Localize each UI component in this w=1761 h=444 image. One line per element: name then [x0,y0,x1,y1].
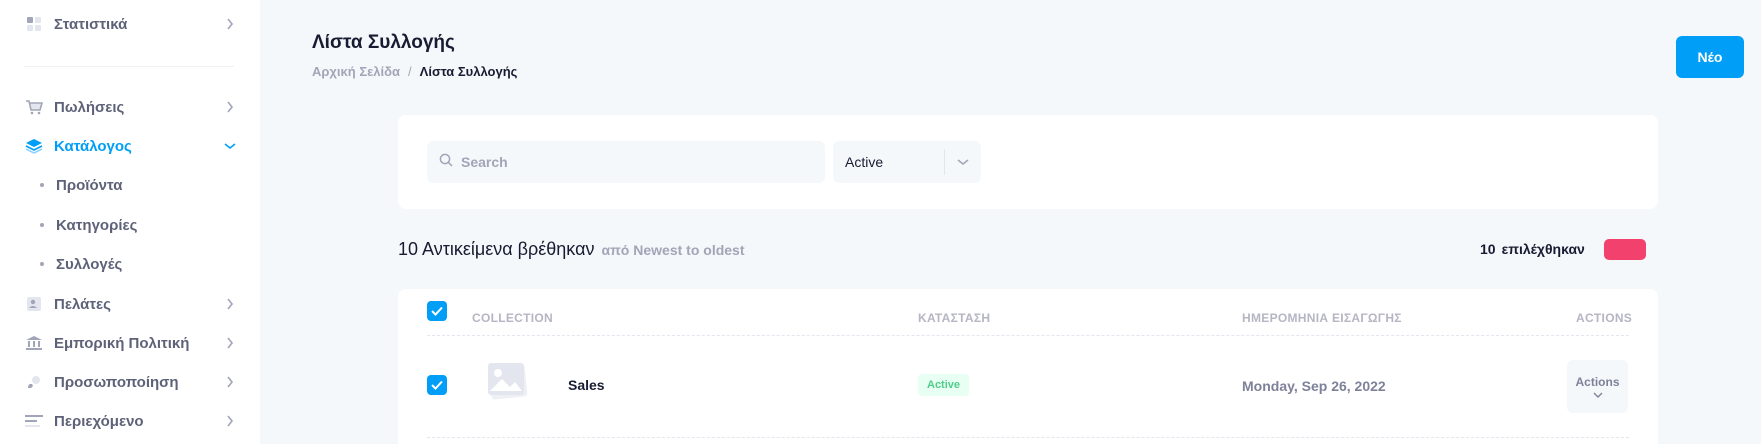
sidebar-item-sales[interactable]: Πωλήσεις [24,92,236,122]
text-lines-icon [24,411,44,431]
filter-card: Active [398,115,1658,209]
bullet-icon [40,262,44,266]
column-header-collection[interactable]: COLLECTION [472,311,553,325]
breadcrumb: Αρχική Σελίδα / Λίστα Συλλογής [312,64,517,79]
sidebar-item-label: Εμπορική Πολιτική [54,334,190,352]
row-checkbox[interactable] [427,375,447,395]
chevron-down-icon [224,140,236,152]
column-header-actions: ACTIONS [1576,311,1633,325]
sidebar-item-personalization[interactable]: Προσωποποίηση [24,367,236,397]
sidebar-subitem-products[interactable]: Προϊόντα [40,171,122,199]
bank-icon [24,333,44,353]
sidebar-subitem-categories[interactable]: Κατηγορίες [40,211,137,239]
sidebar-subitem-label: Προϊόντα [56,176,123,194]
sidebar-item-label: Προσωποποίηση [54,373,179,391]
sidebar-item-label: Κατάλογος [54,137,132,155]
chevron-right-icon [224,415,236,427]
search-box [427,141,825,183]
layers-icon [24,136,44,156]
sidebar-subitem-label: Κατηγορίες [56,216,138,234]
status-select-value: Active [845,154,884,170]
new-button[interactable]: Νέο [1676,36,1744,78]
column-header-date[interactable]: ΗΜΕΡΟΜΗΝΙΑ ΕΙΣΑΓΩΓΗΣ [1242,311,1402,325]
sidebar-item-label: Περιεχόμενο [54,412,144,430]
collections-table: COLLECTION ΚΑΤΑΣΤΑΣΗ ΗΜΕΡΟΜΗΝΙΑ ΕΙΣΑΓΩΓΗ… [398,289,1658,444]
sidebar-item-label: Πελάτες [54,295,111,313]
breadcrumb-separator: / [408,64,412,79]
chevron-right-icon [224,298,236,310]
sidebar-item-label: Στατιστικά [54,15,128,33]
sidebar-divider [24,66,234,67]
chevron-right-icon [224,376,236,388]
delete-selected-button[interactable] [1604,239,1646,260]
results-summary: 10 Αντικείμενα βρέθηκαν από Newest to ol… [398,239,745,260]
chevron-right-icon [224,337,236,349]
select-all-checkbox[interactable] [427,301,447,321]
grid-icon [24,14,44,34]
contacts-icon [24,294,44,314]
status-badge: Active [918,374,970,396]
sidebar-item-pricing[interactable]: Εμπορική Πολιτική [24,328,236,358]
sort-order-text: από Newest to oldest [601,242,745,258]
breadcrumb-home-link[interactable]: Αρχική Σελίδα [312,64,400,79]
search-icon [439,153,453,172]
sidebar-item-customers[interactable]: Πελάτες [24,289,236,319]
chevron-down-icon [1593,392,1602,398]
actions-label: Actions [1575,375,1620,389]
collection-name[interactable]: Sales [568,377,605,393]
bullet-icon [40,183,44,187]
chevron-down-icon [945,158,981,166]
sidebar-item-catalog[interactable]: Κατάλογος [24,131,236,161]
results-count: 10 Αντικείμενα βρέθηκαν [398,239,595,259]
row-actions-button[interactable]: Actions [1567,360,1628,413]
sidebar-item-content[interactable]: Περιεχόμενο [24,406,236,436]
sidebar-item-stats[interactable]: Στατιστικά [24,9,236,39]
status-select[interactable]: Active [833,141,981,183]
chevron-right-icon [224,18,236,30]
sidebar-item-label: Πωλήσεις [54,98,125,116]
sidebar: Στατιστικά Πωλήσεις Κατάλογος Προϊόντα Κ… [0,0,260,444]
page-title: Λίστα Συλλογής [312,32,455,53]
row-divider [427,437,1629,438]
created-date: Monday, Sep 26, 2022 [1242,378,1386,394]
brush-icon [24,372,44,392]
selected-label: επιλέχθηκαν [1501,241,1585,257]
selected-count: 10 [1480,241,1496,257]
breadcrumb-current: Λίστα Συλλογής [419,64,518,79]
column-header-status[interactable]: ΚΑΤΑΣΤΑΣΗ [918,311,990,325]
row-divider [427,335,1629,336]
sidebar-subitem-collections[interactable]: Συλλογές [40,250,122,278]
image-placeholder-icon [484,359,530,403]
check-icon [431,306,443,316]
sidebar-subitem-label: Συλλογές [56,255,123,273]
selected-info: 10 επιλέχθηκαν [1480,241,1585,257]
chevron-right-icon [224,101,236,113]
bullet-icon [40,223,44,227]
cart-icon [24,97,44,117]
check-icon [431,380,443,390]
search-input[interactable] [461,154,801,170]
